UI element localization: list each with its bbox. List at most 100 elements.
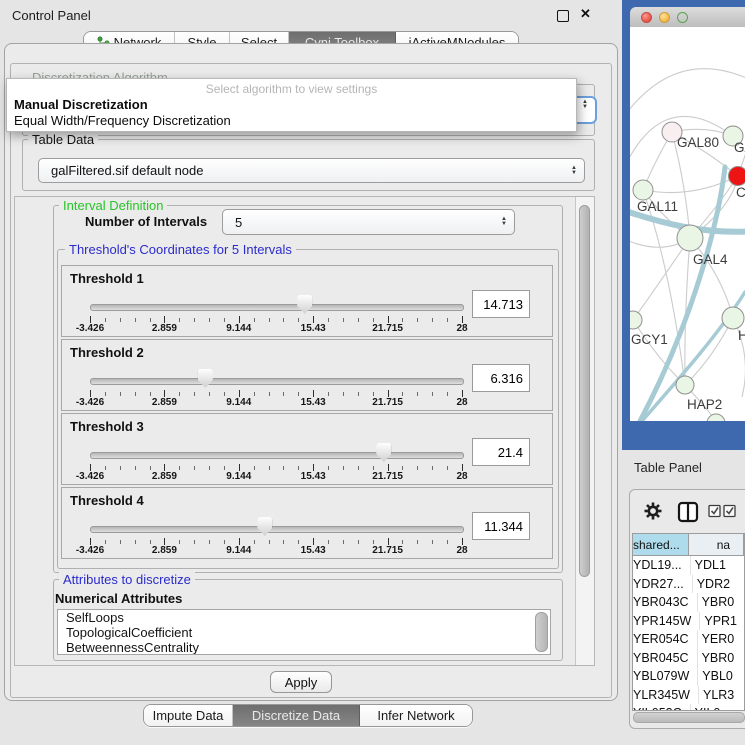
attribute-list-item[interactable]: BetweennessCentrality xyxy=(58,640,550,655)
slider-track[interactable] xyxy=(90,452,464,459)
network-node[interactable] xyxy=(729,167,745,186)
table-data-combobox[interactable]: galFiltered.sif default node ▲▼ xyxy=(38,158,585,183)
table-cell[interactable]: YPR1 xyxy=(700,612,744,631)
threshold-value-input[interactable] xyxy=(472,290,530,318)
table-cell[interactable]: YBR0 xyxy=(698,649,744,668)
chevron-up-down-icon: ▲▼ xyxy=(494,217,514,227)
table-cell[interactable]: YDR2 xyxy=(693,575,744,594)
interval-definition-title: Interval Definition xyxy=(59,198,167,213)
table-row[interactable]: YLR345WYLR3 xyxy=(633,686,744,705)
slider-handle[interactable] xyxy=(198,369,213,388)
bottom-tab-impute-data[interactable]: Impute Data xyxy=(144,705,233,726)
slider-tick-label: -3.426 xyxy=(76,397,104,408)
table-cell[interactable]: YDL1 xyxy=(691,556,744,575)
table-cell[interactable]: YBR045C xyxy=(633,649,698,668)
attribute-list-item[interactable]: SelfLoops xyxy=(58,610,550,625)
numerical-attributes-label: Numerical Attributes xyxy=(55,591,182,606)
table-row[interactable]: YDL19...YDL1 xyxy=(633,556,744,575)
slider-tick xyxy=(269,392,270,396)
number-of-intervals-combobox[interactable]: 5 ▲▼ xyxy=(222,209,515,235)
slider-tick xyxy=(402,318,403,322)
slider-tick xyxy=(150,392,151,396)
table-row[interactable]: YBR043CYBR0 xyxy=(633,593,744,612)
network-node[interactable] xyxy=(677,225,703,251)
close-icon[interactable]: ✕ xyxy=(580,6,591,22)
slider-tick xyxy=(224,466,225,470)
network-node[interactable] xyxy=(707,414,725,421)
table-cell[interactable]: YDL19... xyxy=(633,556,691,575)
table-row[interactable]: YBL079WYBL0 xyxy=(633,667,744,686)
attribute-list-item[interactable]: TopologicalCoefficient xyxy=(58,625,550,640)
bottom-tab-discretize-data[interactable]: Discretize Data xyxy=(233,705,360,726)
slider-tick xyxy=(90,464,91,471)
table-row[interactable]: YPR145WYPR1 xyxy=(633,612,744,631)
slider-tick xyxy=(135,540,136,544)
table-cell[interactable]: YLR3 xyxy=(699,686,744,705)
table-cell[interactable]: YBR0 xyxy=(698,593,744,612)
threshold-value-input[interactable] xyxy=(472,512,530,540)
traffic-light-red-icon[interactable] xyxy=(641,12,652,23)
chevron-up-down-icon: ▲▼ xyxy=(564,166,584,176)
threshold-value-input[interactable] xyxy=(472,364,530,392)
slider-tick-label: 21.715 xyxy=(372,471,403,482)
traffic-light-green-icon[interactable] xyxy=(677,12,688,23)
slider-handle[interactable] xyxy=(257,517,272,536)
table-cell[interactable]: YLR345W xyxy=(633,686,699,705)
column-header-2[interactable]: na xyxy=(689,534,744,555)
table-cell[interactable]: YBL0 xyxy=(698,667,744,686)
traffic-light-yellow-icon[interactable] xyxy=(659,12,670,23)
table-cell[interactable]: YER0 xyxy=(698,630,744,649)
node-label: H xyxy=(738,328,745,343)
algorithm-option-1[interactable]: Manual Discretization xyxy=(7,97,576,113)
table-cell[interactable]: YBR043C xyxy=(633,593,698,612)
slider-track[interactable] xyxy=(90,304,464,311)
bottom-tab-infer-network[interactable]: Infer Network xyxy=(360,705,472,726)
gear-icon[interactable] xyxy=(642,500,664,522)
table-row[interactable]: YIL052CYIL0 xyxy=(633,704,744,711)
slider-track[interactable] xyxy=(90,526,464,533)
table-cell[interactable]: YDR27... xyxy=(633,575,693,594)
slider-track[interactable] xyxy=(90,378,464,385)
numerical-attributes-list[interactable]: SelfLoopsTopologicalCoefficientBetweenne… xyxy=(57,609,551,655)
scrollbar-thumb[interactable] xyxy=(579,205,590,577)
checkbox-columns-icon[interactable] xyxy=(708,504,742,518)
network-node[interactable] xyxy=(633,180,653,200)
table-cell[interactable]: YBL079W xyxy=(633,667,698,686)
table-cell[interactable]: YER054C xyxy=(633,630,698,649)
network-node[interactable] xyxy=(676,376,694,394)
network-node[interactable] xyxy=(630,311,642,329)
slider-handle[interactable] xyxy=(376,443,391,462)
table-cell[interactable]: YPR145W xyxy=(633,612,700,631)
network-node[interactable] xyxy=(722,307,744,329)
list-scrollbar-thumb[interactable] xyxy=(535,612,548,652)
column-header-1[interactable]: shared... xyxy=(633,534,689,555)
slider-tick xyxy=(90,390,91,397)
table-row[interactable]: YBR045CYBR0 xyxy=(633,649,744,668)
slider-tick xyxy=(164,464,165,471)
settings-vertical-scrollbar[interactable] xyxy=(575,197,594,665)
table-cell[interactable]: YIL0 xyxy=(691,704,744,711)
threshold-value-input[interactable] xyxy=(472,438,530,466)
slider-tick xyxy=(254,392,255,396)
slider-tick xyxy=(269,466,270,470)
slider-tick xyxy=(164,390,165,397)
table-row[interactable]: YDR27...YDR2 xyxy=(633,575,744,594)
split-view-icon[interactable] xyxy=(676,500,700,524)
table-cell[interactable]: YIL052C xyxy=(633,704,691,711)
float-window-icon[interactable] xyxy=(557,10,569,22)
dropdown-items: Manual DiscretizationEqual Width/Frequen… xyxy=(7,97,576,129)
table-row[interactable]: YER054CYER0 xyxy=(633,630,744,649)
slider-tick-label: 15.43 xyxy=(301,397,326,408)
slider-tick xyxy=(105,392,106,396)
slider-tick xyxy=(298,466,299,470)
slider-tick xyxy=(358,466,359,470)
slider-tick xyxy=(447,540,448,544)
network-graph[interactable]: GAL80GACGAL11GAL4GCY1HHAP2 xyxy=(630,27,745,421)
apply-button[interactable]: Apply xyxy=(270,671,332,693)
algorithm-option-2[interactable]: Equal Width/Frequency Discretization xyxy=(7,113,576,129)
table-horizontal-scrollbar[interactable] xyxy=(633,712,745,723)
network-canvas[interactable]: GAL80GACGAL11GAL4GCY1HHAP2 xyxy=(630,27,745,421)
slider-handle[interactable] xyxy=(297,295,312,314)
node-attribute-table[interactable]: shared...na YDL19...YDL1YDR27...YDR2YBR0… xyxy=(632,533,745,711)
slider-tick xyxy=(432,540,433,544)
